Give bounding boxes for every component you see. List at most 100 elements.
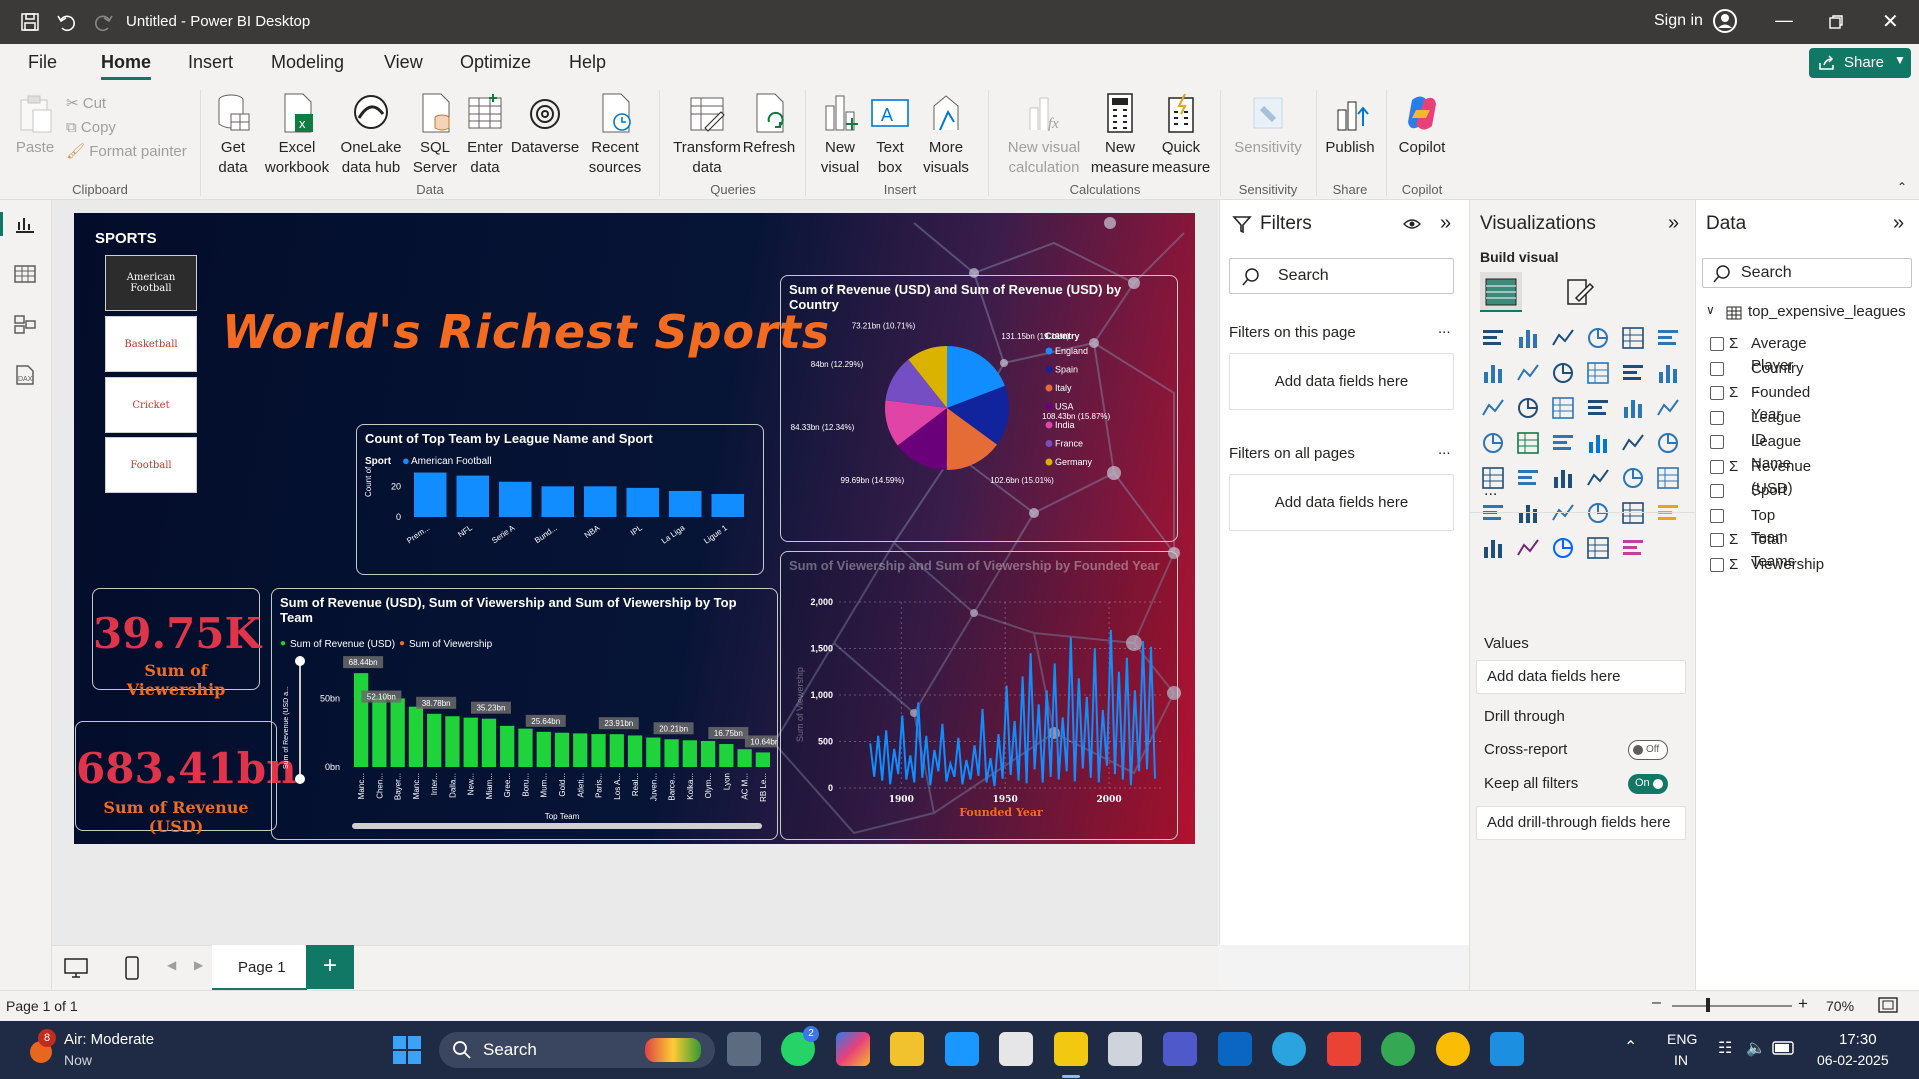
collapse-data-icon[interactable]: » (1893, 212, 1904, 235)
table-node[interactable]: ∨ top_expensive_leagues (1706, 302, 1916, 324)
menu-file[interactable]: File (28, 52, 57, 73)
line-clustered-column-icon[interactable] (1655, 360, 1681, 386)
share-button[interactable]: Share ▼ (1809, 48, 1911, 78)
slicer-item-american-football[interactable]: American Football (105, 255, 197, 311)
pie-icon[interactable] (1620, 395, 1646, 421)
field-item[interactable]: League Name (1710, 431, 1801, 472)
paginated-icon[interactable] (1655, 500, 1681, 526)
weather-widget[interactable]: 8 (26, 1029, 60, 1065)
field-checkbox[interactable] (1710, 484, 1724, 498)
qa-icon[interactable] (1585, 500, 1611, 526)
line-chart-visual[interactable]: Sum of Viewership and Sum of Viewership … (780, 551, 1178, 840)
slicer-icon[interactable] (1550, 465, 1576, 491)
more-visuals-button[interactable]: More visuals (916, 92, 976, 178)
field-item[interactable]: Top Team (1710, 505, 1788, 546)
sparkle-icon[interactable] (1620, 535, 1646, 561)
power-apps-icon[interactable] (1515, 535, 1541, 561)
new-visual-calculation-button[interactable]: fx New visual calculation (996, 92, 1092, 178)
sql-server-button[interactable]: SQL Server (412, 92, 458, 178)
custom-visual-icon[interactable] (1585, 535, 1611, 561)
account-icon[interactable] (1712, 8, 1738, 34)
ribbon-icon[interactable] (1480, 395, 1506, 421)
copilot-button[interactable]: Copilot (1394, 92, 1450, 158)
filters-all-drop-well[interactable]: Add data fields here (1229, 474, 1454, 531)
azure-map-icon[interactable] (1585, 430, 1611, 456)
telegram-icon[interactable] (1272, 1032, 1306, 1066)
clock-date[interactable]: 06-02-2025 (1817, 1052, 1889, 1068)
line-column-icon[interactable] (1620, 360, 1646, 386)
field-checkbox[interactable] (1710, 459, 1724, 474)
100-bar-icon[interactable] (1620, 325, 1646, 351)
matrix-icon[interactable] (1620, 465, 1646, 491)
filters-search-input[interactable]: Search (1229, 258, 1454, 294)
copilot-taskbar-icon[interactable] (836, 1032, 870, 1066)
power-bi-taskbar-icon[interactable] (1054, 1032, 1088, 1066)
linkedin-icon[interactable] (1218, 1032, 1252, 1066)
file-explorer-icon[interactable] (890, 1032, 924, 1066)
decomposition-tree-icon[interactable] (1550, 500, 1576, 526)
field-checkbox[interactable] (1710, 435, 1724, 449)
undo-icon[interactable] (56, 12, 76, 32)
prime-video-icon[interactable] (945, 1032, 979, 1066)
field-checkbox[interactable] (1710, 386, 1724, 400)
field-item[interactable]: Sport (1710, 480, 1787, 502)
more-options-icon[interactable]: ... (1438, 441, 1451, 458)
field-checkbox[interactable] (1710, 533, 1724, 547)
field-checkbox[interactable] (1710, 361, 1724, 376)
python-visual-icon[interactable] (1480, 500, 1506, 526)
format-visual-icon[interactable] (1564, 276, 1596, 308)
stacked-bar-icon[interactable] (1480, 325, 1506, 351)
cross-report-toggle[interactable]: Off (1628, 740, 1668, 760)
map-icon[interactable] (1515, 430, 1541, 456)
field-item[interactable]: Country (1710, 358, 1804, 380)
metrics-icon[interactable] (1480, 535, 1506, 561)
app-icon[interactable] (1490, 1032, 1524, 1066)
kpi-revenue-card[interactable]: 683.41bn Sum of Revenue (USD) (75, 721, 297, 836)
maximize-icon[interactable] (1829, 15, 1843, 29)
menu-optimize[interactable]: Optimize (460, 52, 531, 73)
task-view-icon[interactable] (727, 1032, 761, 1066)
windows-start-icon[interactable] (392, 1035, 422, 1065)
quick-measure-button[interactable]: Quick measure (1150, 92, 1212, 178)
filters-page-drop-well[interactable]: Add data fields here (1229, 353, 1454, 410)
key-influencers-icon[interactable] (1515, 500, 1541, 526)
pie-chart-visual[interactable]: Sum of Revenue (USD) and Sum of Revenue … (780, 275, 1178, 542)
page-next-icon[interactable]: ▶ (194, 958, 203, 972)
collapse-ribbon-icon[interactable]: ⌃ (1897, 180, 1907, 194)
more-options-icon[interactable]: ... (1438, 320, 1451, 337)
onelake-button[interactable]: OneLake data hub (334, 92, 408, 178)
clock-time[interactable]: 17:30 (1839, 1031, 1877, 1048)
field-checkbox[interactable] (1710, 508, 1724, 523)
narrative-icon[interactable] (1620, 500, 1646, 526)
fit-to-page-icon[interactable] (1878, 997, 1898, 1013)
eye-icon[interactable] (1402, 216, 1422, 232)
line-icon[interactable] (1480, 360, 1506, 386)
publish-button[interactable]: Publish (1322, 92, 1378, 158)
sign-in-link[interactable]: Sign in (1654, 12, 1703, 30)
chrome-icon[interactable] (1381, 1032, 1415, 1066)
text-box-button[interactable]: A Text box (867, 92, 913, 178)
model-view-icon[interactable] (14, 314, 36, 334)
field-item[interactable]: Σ Viewership (1710, 554, 1824, 576)
tray-expand-icon[interactable]: ⌃ (1624, 1037, 1637, 1057)
language-primary[interactable]: ENG (1667, 1031, 1697, 1047)
format-painter-button[interactable]: 🖌 Format painter (66, 140, 187, 164)
data-search-input[interactable]: Search (1702, 258, 1912, 288)
field-checkbox[interactable] (1710, 337, 1724, 351)
new-visual-button[interactable]: New visual (815, 92, 865, 178)
card-icon[interactable] (1655, 430, 1681, 456)
gauge-icon[interactable] (1620, 430, 1646, 456)
field-item[interactable]: Σ Revenue (USD) (1710, 456, 1811, 497)
treemap-icon[interactable] (1480, 430, 1506, 456)
table-icon[interactable] (1585, 465, 1611, 491)
menu-insert[interactable]: Insert (188, 52, 233, 73)
field-item[interactable]: Σ Average Player ... (1710, 333, 1807, 396)
refresh-button[interactable]: Refresh (742, 92, 796, 158)
gmail-icon[interactable] (1327, 1032, 1361, 1066)
store-icon[interactable] (999, 1032, 1033, 1066)
page-prev-icon[interactable]: ◀ (167, 958, 176, 972)
clustered-column-icon[interactable] (1585, 325, 1611, 351)
filled-map-icon[interactable] (1550, 430, 1576, 456)
stacked-area-icon[interactable] (1550, 360, 1576, 386)
volume-icon[interactable]: 🔈 (1746, 1038, 1766, 1058)
